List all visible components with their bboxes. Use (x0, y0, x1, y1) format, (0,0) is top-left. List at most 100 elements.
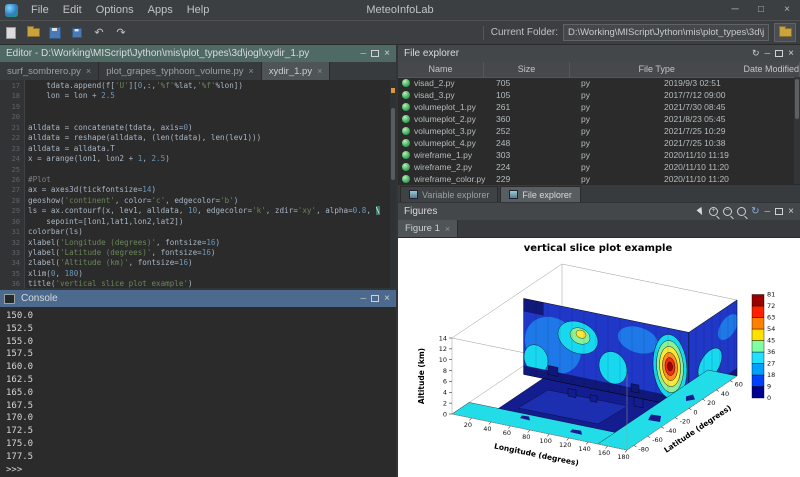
console-float-icon[interactable] (371, 295, 379, 302)
file-row[interactable]: visad_2.py 705 py 2019/9/3 02:51 (398, 77, 794, 89)
code-line: 25 (0, 165, 390, 175)
editor-tab-label: xydir_1.py (269, 66, 312, 77)
open-file-button[interactable] (23, 24, 43, 42)
figures-close-icon[interactable]: × (788, 207, 794, 217)
console-minimize-icon[interactable]: ─ (360, 294, 366, 304)
undo-button[interactable]: ↶ (89, 24, 109, 42)
console-output[interactable]: 150.0152.5155.0157.5160.0162.5165.0167.5… (0, 307, 396, 477)
svg-text:180: 180 (617, 453, 629, 461)
minimize-button[interactable]: ─ (722, 0, 748, 20)
figure-canvas[interactable]: vertical slice plot example (398, 238, 800, 477)
line-number: 22 (0, 133, 24, 143)
current-folder-input[interactable] (563, 24, 769, 41)
refresh-icon[interactable]: ↻ (752, 48, 760, 59)
code-line: 22alldata = reshape(alldata, (len(tdata)… (0, 133, 390, 143)
code-line: 29ls = ax.contourf(x, lev1, alldata, 10,… (0, 206, 390, 216)
py-file-icon (402, 91, 410, 99)
app-logo-icon (5, 4, 18, 17)
column-header[interactable]: File Type (570, 62, 743, 77)
redo-button[interactable]: ↷ (111, 24, 131, 42)
file-type: py (575, 114, 660, 124)
save-icon (49, 27, 61, 39)
maximize-button[interactable]: □ (748, 0, 774, 20)
editor-close-icon[interactable]: × (384, 49, 390, 59)
figure-tab-close-icon[interactable]: × (445, 224, 450, 234)
explorer-tab-icon (509, 190, 518, 199)
console-line: 155.0 (6, 336, 396, 349)
py-file-icon (402, 115, 410, 123)
svg-text:0: 0 (443, 410, 447, 418)
tab-close-icon[interactable]: × (86, 66, 91, 76)
console-close-icon[interactable]: × (384, 294, 390, 304)
browse-folder-button[interactable] (774, 23, 796, 42)
py-file-icon (402, 127, 410, 135)
editor-scrollbar-thumb[interactable] (391, 108, 395, 180)
zoom-out-icon[interactable]: − (723, 207, 732, 216)
editor-tab[interactable]: xydir_1.py × (262, 62, 331, 80)
file-type: py (575, 150, 660, 160)
file-row[interactable]: wireframe_1.py 303 py 2020/11/10 11:19 (398, 149, 794, 161)
close-button[interactable]: × (774, 0, 800, 20)
file-table: visad_2.py 705 py 2019/9/3 02:51 visad_3… (398, 77, 794, 185)
console-line: 152.5 (6, 323, 396, 336)
svg-text:14: 14 (439, 334, 447, 342)
code-text: x = arange(lon1, lon2 + 1, 2.5) (24, 154, 170, 163)
save-all-button[interactable] (67, 24, 87, 42)
file-row[interactable]: wireframe_2.py 224 py 2020/11/10 11:20 (398, 161, 794, 173)
explorer-tab[interactable]: File explorer (500, 186, 581, 202)
code-line: 23alldata = alldata.T (0, 144, 390, 154)
rotate-icon[interactable]: ↻ (751, 207, 759, 217)
save-button[interactable] (45, 24, 65, 42)
column-header[interactable]: Name (398, 62, 484, 77)
file-row[interactable]: volumeplot_2.py 360 py 2021/8/23 05:45 (398, 113, 794, 125)
figures-header: Figures + − ↻ ─ × (398, 203, 800, 220)
file-row[interactable]: volumeplot_4.py 248 py 2021/7/25 10:38 (398, 137, 794, 149)
file-size: 303 (490, 150, 575, 160)
tab-close-icon[interactable]: × (249, 66, 254, 76)
column-header[interactable]: Size (484, 62, 570, 77)
code-text: xlim(0, 180) (24, 269, 83, 278)
editor-console-splitter[interactable] (0, 288, 396, 290)
menu-item[interactable]: File (24, 0, 56, 20)
vertical-slice-plot[interactable]: vertical slice plot example (398, 238, 800, 477)
file-name: volumeplot_4.py (414, 138, 476, 148)
full-extent-icon[interactable] (737, 207, 746, 216)
svg-text:10: 10 (439, 356, 447, 364)
tab-close-icon[interactable]: × (317, 66, 322, 76)
file-row[interactable]: visad_3.py 105 py 2017/7/12 09:00 (398, 89, 794, 101)
menu-item[interactable]: Edit (56, 0, 89, 20)
column-header[interactable]: Date Modified (743, 62, 800, 77)
code-text: ax = axes3d(tickfontsize=14) (24, 185, 156, 194)
file-explorer-minimize-icon[interactable]: ─ (764, 49, 770, 59)
explorer-tab[interactable]: Variable explorer (400, 186, 498, 202)
console-line: 170.0 (6, 412, 396, 425)
code-editor[interactable]: 17 tdata.append(f['U'][0,:,'%f'%lat,'%f'… (0, 80, 396, 288)
menu-item[interactable]: Apps (141, 0, 180, 20)
editor-tab[interactable]: surf_sombrero.py × (0, 62, 99, 80)
file-explorer-close-icon[interactable]: × (788, 49, 794, 59)
file-explorer-float-icon[interactable] (775, 50, 783, 57)
figures-float-icon[interactable] (775, 208, 783, 215)
figures-tabbar: Figure 1 × (398, 220, 800, 238)
figure-tab[interactable]: Figure 1 × (398, 220, 458, 237)
editor-panel: Editor - D:\Working\MIScript\Jython\mis\… (0, 45, 396, 288)
line-number: 19 (0, 102, 24, 112)
svg-text:4: 4 (443, 389, 447, 397)
editor-tab[interactable]: plot_grapes_typhoon_volume.py × (99, 62, 262, 80)
new-file-icon (6, 27, 16, 39)
figures-minimize-icon[interactable]: ─ (764, 207, 770, 217)
figures-title: Figures (402, 206, 698, 217)
file-name: wireframe_1.py (414, 150, 472, 160)
new-file-button[interactable] (1, 24, 21, 42)
select-arrow-icon[interactable] (697, 207, 706, 216)
file-list-scrollbar-thumb[interactable] (795, 79, 799, 119)
menu-item[interactable]: Options (89, 0, 141, 20)
editor-minimize-icon[interactable]: ─ (360, 49, 366, 59)
file-row[interactable]: volumeplot_3.py 252 py 2021/7/25 10:29 (398, 125, 794, 137)
file-date-modified: 2020/11/10 11:20 (660, 174, 794, 184)
file-row[interactable]: volumeplot_1.py 261 py 2021/7/30 08:45 (398, 101, 794, 113)
editor-float-icon[interactable] (371, 50, 379, 57)
file-list-scrollbar[interactable] (794, 77, 800, 185)
zoom-in-icon[interactable]: + (709, 207, 718, 216)
menu-item[interactable]: Help (180, 0, 217, 20)
